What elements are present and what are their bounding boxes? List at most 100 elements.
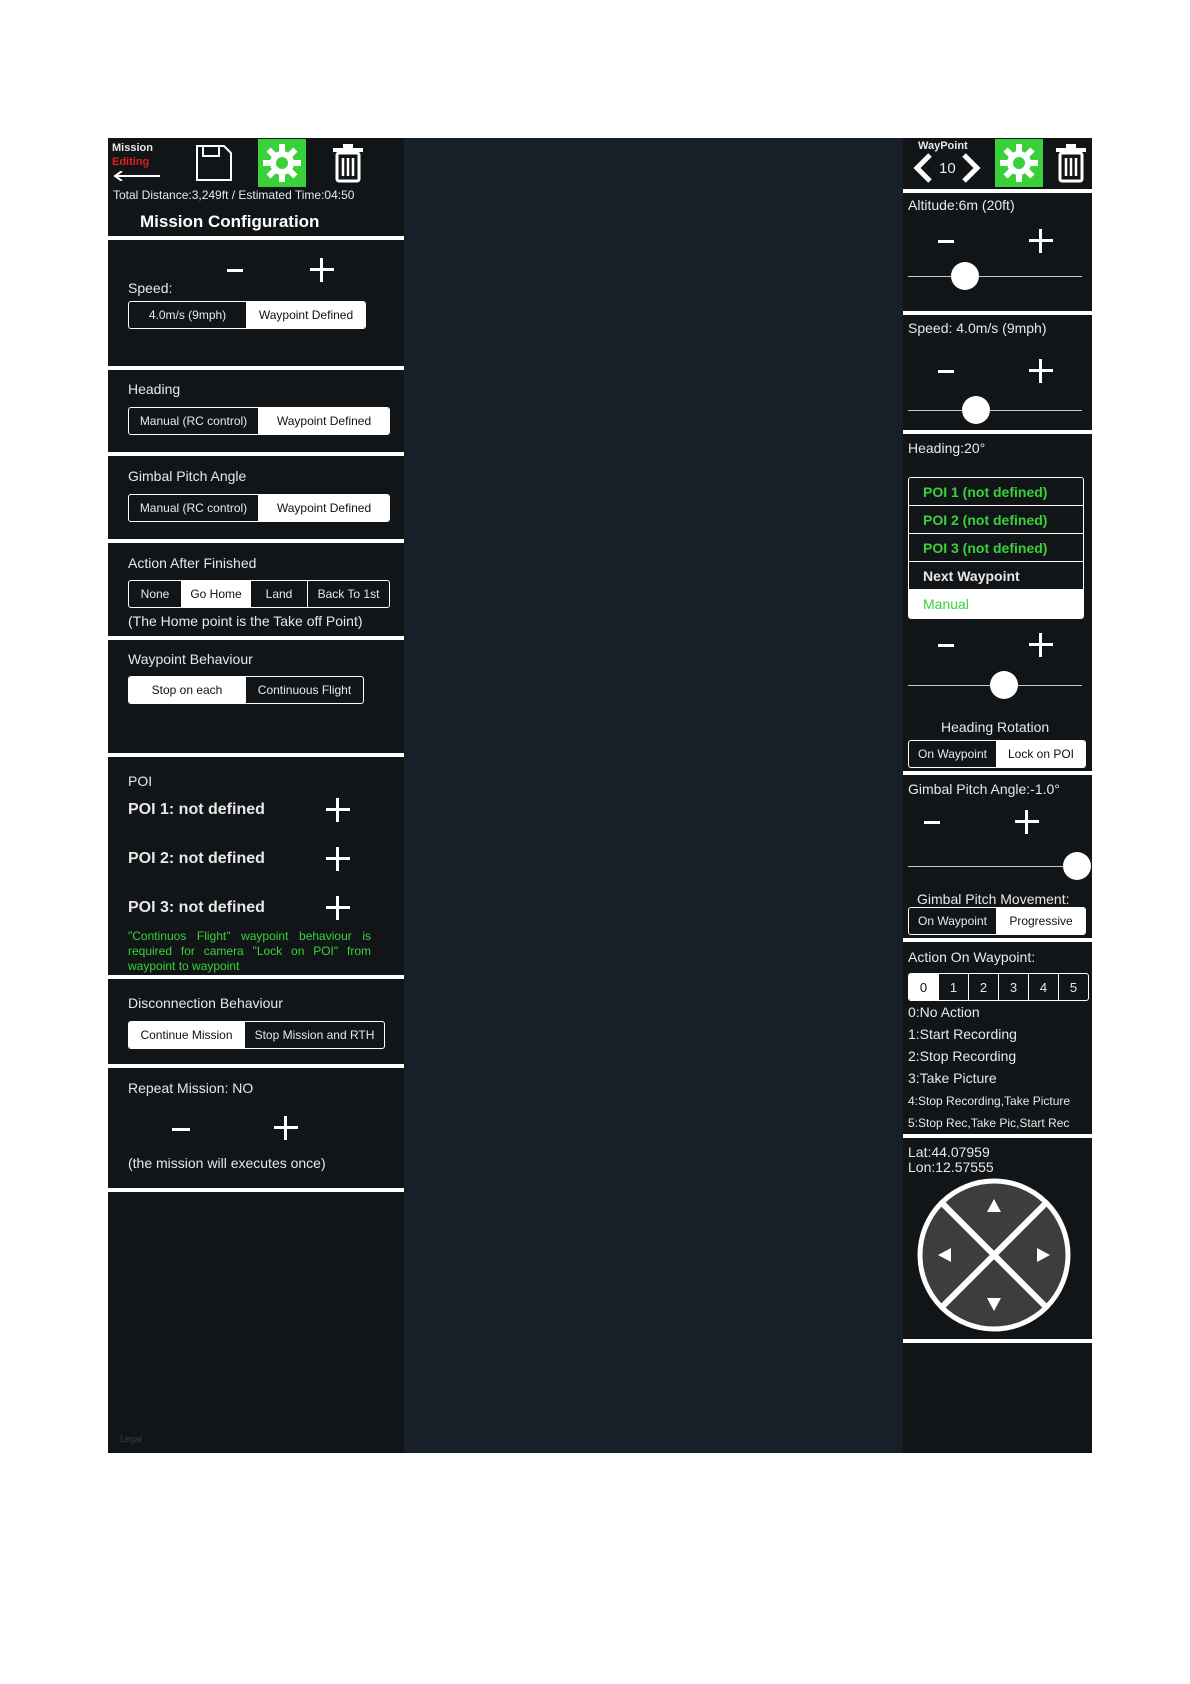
poi-2-label: POI 2: not defined xyxy=(128,850,265,867)
action-option-back-first[interactable]: Back To 1st xyxy=(308,581,389,607)
wp-gimbal-slider-knob[interactable] xyxy=(1062,852,1091,880)
heading-segmented[interactable]: Manual (RC control) Waypoint Defined xyxy=(128,407,390,435)
longitude-readout: Lon:12.57555 xyxy=(908,1159,994,1175)
heading-label: Heading xyxy=(128,381,181,397)
action-legend-4: 4:Stop Recording,Take Picture xyxy=(908,1094,1071,1108)
waypoint-settings-button[interactable] xyxy=(995,139,1043,187)
heading-target-list[interactable]: POI 1 (not defined) POI 2 (not defined) … xyxy=(908,477,1084,619)
action-option-land[interactable]: Land xyxy=(251,581,308,607)
heading-option-poi-3[interactable]: POI 3 (not defined) xyxy=(909,534,1083,562)
chevron-left-icon[interactable] xyxy=(912,152,934,184)
wp-heading-slider-knob[interactable] xyxy=(989,671,1018,699)
wp-action-option-4[interactable]: 4 xyxy=(1029,974,1059,1000)
settings-button[interactable] xyxy=(258,139,306,187)
wp-speed-minus-button[interactable] xyxy=(938,370,954,373)
heading-rotation-segmented[interactable]: On Waypoint Lock on POI xyxy=(908,740,1086,768)
altitude-plus-button[interactable] xyxy=(1029,229,1053,253)
wp-action-option-2[interactable]: 2 xyxy=(969,974,999,1000)
wp-heading-minus-button[interactable] xyxy=(938,644,954,647)
wp-heading-plus-button[interactable] xyxy=(1029,633,1053,657)
heading-option-poi-2[interactable]: POI 2 (not defined) xyxy=(909,506,1083,534)
poi-3-add-button[interactable] xyxy=(326,896,350,920)
page-title: Mission Configuration xyxy=(140,212,320,231)
wp-heading-label: Heading:20° xyxy=(908,440,986,456)
rotation-option-lock-poi[interactable]: Lock on POI xyxy=(997,741,1085,767)
wp-behaviour-option-stop[interactable]: Stop on each xyxy=(129,677,246,703)
disconnect-segmented[interactable]: Continue Mission Stop Mission and RTH xyxy=(128,1021,385,1049)
altitude-minus-button[interactable] xyxy=(938,240,954,243)
wp-behaviour-segmented[interactable]: Stop on each Continuous Flight xyxy=(128,676,364,704)
wp-action-label: Action On Waypoint: xyxy=(908,949,1036,965)
wp-gimbal-plus-button[interactable] xyxy=(1015,810,1039,834)
movement-option-progressive[interactable]: Progressive xyxy=(997,908,1085,934)
movement-option-on-waypoint[interactable]: On Waypoint xyxy=(909,908,997,934)
wp-gimbal-minus-button[interactable] xyxy=(924,821,940,824)
mission-back-button[interactable]: Mission Editing xyxy=(112,142,164,182)
wp-speed-slider-track[interactable] xyxy=(908,410,1082,411)
gimbal-segmented[interactable]: Manual (RC control) Waypoint Defined xyxy=(128,494,390,522)
disconnect-label: Disconnection Behaviour xyxy=(128,995,283,1011)
disconnect-option-continue[interactable]: Continue Mission xyxy=(129,1022,245,1048)
gimbal-label: Gimbal Pitch Angle xyxy=(128,468,247,484)
poi-label: POI xyxy=(128,773,153,789)
altitude-slider-track[interactable] xyxy=(908,276,1082,277)
waypoint-title: WayPoint xyxy=(918,140,968,152)
gear-icon xyxy=(1000,144,1038,182)
heading-option-waypoint[interactable]: Waypoint Defined xyxy=(259,408,389,434)
trash-icon[interactable] xyxy=(330,143,366,183)
poi-note: "Continuos Flight" waypoint behaviour is… xyxy=(128,929,371,973)
divider xyxy=(108,636,404,640)
wp-action-option-5[interactable]: 5 xyxy=(1059,974,1088,1000)
heading-option-next-waypoint[interactable]: Next Waypoint xyxy=(909,562,1083,590)
divider xyxy=(108,539,404,543)
divider xyxy=(903,189,1092,193)
repeat-minus-button[interactable] xyxy=(172,1128,190,1131)
gimbal-option-manual[interactable]: Manual (RC control) xyxy=(129,495,259,521)
mission-label: Mission xyxy=(112,142,153,154)
divider xyxy=(108,236,404,240)
divider xyxy=(108,1064,404,1068)
legal-link[interactable]: Legal xyxy=(120,1434,142,1444)
action-segmented[interactable]: None Go Home Land Back To 1st xyxy=(128,580,390,608)
gimbal-option-waypoint[interactable]: Waypoint Defined xyxy=(259,495,389,521)
divider xyxy=(903,430,1092,434)
divider xyxy=(903,311,1092,315)
chevron-right-icon[interactable] xyxy=(960,152,982,184)
speed-option-waypoint[interactable]: Waypoint Defined xyxy=(247,302,365,328)
poi-1-add-button[interactable] xyxy=(326,798,350,822)
poi-2-add-button[interactable] xyxy=(326,847,350,871)
repeat-plus-button[interactable] xyxy=(274,1116,298,1140)
wp-speed-plus-button[interactable] xyxy=(1029,359,1053,383)
action-legend-3: 3:Take Picture xyxy=(908,1070,997,1086)
heading-option-manual[interactable]: Manual xyxy=(909,590,1083,618)
back-arrow-icon xyxy=(113,171,160,181)
heading-option-manual[interactable]: Manual (RC control) xyxy=(129,408,259,434)
heading-option-poi-1[interactable]: POI 1 (not defined) xyxy=(909,478,1083,506)
save-icon[interactable] xyxy=(194,143,234,183)
wp-action-segmented[interactable]: 0 1 2 3 4 5 xyxy=(908,973,1089,1001)
disconnect-option-rth[interactable]: Stop Mission and RTH xyxy=(245,1022,384,1048)
wp-behaviour-option-continuous[interactable]: Continuous Flight xyxy=(246,677,363,703)
wp-action-option-0[interactable]: 0 xyxy=(909,974,939,1000)
altitude-label: Altitude:6m (20ft) xyxy=(908,197,1015,213)
trash-icon[interactable] xyxy=(1053,143,1089,183)
action-label: Action After Finished xyxy=(128,555,257,571)
action-legend-5: 5:Stop Rec,Take Pic,Start Rec xyxy=(908,1116,1070,1130)
action-option-none[interactable]: None xyxy=(129,581,182,607)
speed-plus-button[interactable] xyxy=(310,258,334,282)
speed-segmented[interactable]: 4.0m/s (9mph) Waypoint Defined xyxy=(128,301,366,329)
direction-pad-icon[interactable] xyxy=(916,1177,1072,1333)
wp-action-option-3[interactable]: 3 xyxy=(999,974,1029,1000)
wp-speed-slider-knob[interactable] xyxy=(961,396,990,424)
rotation-option-on-waypoint[interactable]: On Waypoint xyxy=(909,741,997,767)
speed-option-fixed[interactable]: 4.0m/s (9mph) xyxy=(129,302,247,328)
gear-icon xyxy=(263,144,301,182)
speed-minus-button[interactable] xyxy=(227,269,243,272)
action-option-go-home[interactable]: Go Home xyxy=(182,581,251,607)
wp-gimbal-label: Gimbal Pitch Angle:-1.0° xyxy=(908,781,1060,797)
gimbal-movement-segmented[interactable]: On Waypoint Progressive xyxy=(908,907,1086,935)
wp-gimbal-slider-track[interactable] xyxy=(908,866,1082,867)
poi-3-label: POI 3: not defined xyxy=(128,899,265,916)
wp-action-option-1[interactable]: 1 xyxy=(939,974,969,1000)
divider xyxy=(108,1188,404,1192)
